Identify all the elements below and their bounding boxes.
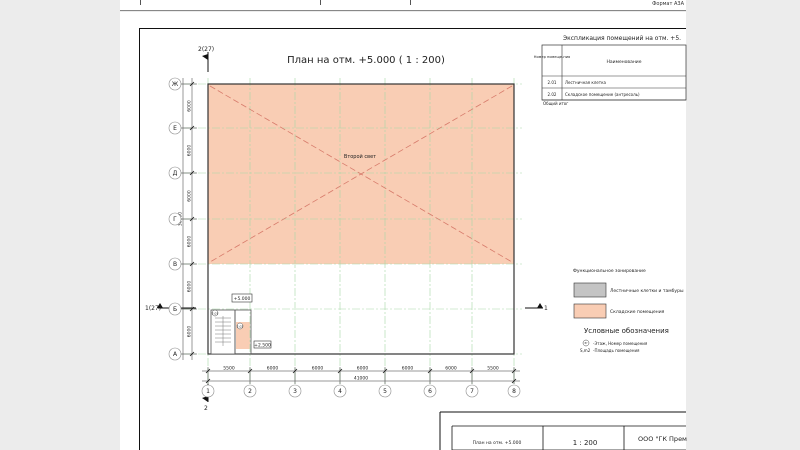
- zoning-swatch-stairs: [573, 282, 607, 298]
- dim-value-row: 6000: [187, 236, 193, 248]
- level-mark-upper: +5.000: [234, 296, 251, 302]
- legend-symbol-1: Эт: [584, 341, 588, 345]
- axis-label-col: 6: [428, 388, 432, 395]
- dim-value-row: 6000: [187, 326, 193, 338]
- dim-value-row: 6000: [187, 281, 193, 293]
- title-block-company: ООО "ГК Прем: [638, 435, 687, 443]
- zoning-label-stairs: Лестничные клетки и тамбуры: [610, 288, 684, 294]
- drawing-canvas: План на отм. +5.000 ( 1 : 200) Второй св…: [145, 35, 687, 450]
- explication-title: Экспликация помещений на отм. +5.: [563, 35, 681, 42]
- axis-label-row: Д: [173, 170, 178, 177]
- dim-value-col: 6000: [267, 366, 279, 372]
- axis-label-col: 7: [470, 388, 474, 395]
- axis-label-col: 3: [293, 388, 297, 395]
- dim-value-col: 6000: [445, 366, 457, 372]
- dim-value-col: 5500: [487, 366, 499, 372]
- title-block-name: План на отм. +5.000: [473, 440, 522, 446]
- dim-value-row: 6000: [187, 145, 193, 157]
- explication-footer: Общий итог: [543, 101, 568, 106]
- dim-value-row: 6000: [187, 190, 193, 202]
- dim-value-col: 6000: [312, 366, 324, 372]
- explication-col-number: Номер помеще-ния: [534, 55, 570, 59]
- legend-title: Условные обозначения: [584, 327, 669, 335]
- legend-label-1: -Этаж, Номер помещения: [593, 341, 648, 346]
- axis-label-row: В: [173, 261, 177, 268]
- axis-label-col: 1: [206, 388, 210, 395]
- void-label: Второй свет: [344, 153, 376, 160]
- dim-total-width: 41000: [354, 376, 368, 382]
- axis-label-row: Б: [173, 306, 177, 313]
- axis-label-row: Ж: [172, 81, 179, 88]
- room-number-top: 2.01: [212, 312, 219, 316]
- legend-symbol-2: S,m2: [580, 348, 591, 353]
- dim-value-col: 6000: [357, 366, 369, 372]
- section-marker-right: [525, 303, 543, 309]
- axis-label-col: 4: [338, 388, 342, 395]
- axis-label-col: 8: [512, 388, 516, 395]
- explication-row2-name: Складское помещение (антресоль): [565, 92, 640, 97]
- dim-value-row: 6000: [187, 100, 193, 112]
- axis-label-col: 5: [383, 388, 387, 395]
- axis-label-row: Е: [173, 125, 177, 132]
- title-block-scale: 1 : 200: [573, 439, 598, 447]
- explication-col-name: Наименование: [607, 59, 642, 65]
- explication-row2-num: 2.02: [548, 92, 557, 97]
- axis-label-row: Г: [173, 216, 177, 223]
- section-label-bottom: 2: [204, 405, 208, 412]
- section-label-left: 1(27): [145, 305, 161, 312]
- explication-row1-name: Лестничная клетка: [565, 80, 607, 85]
- section-label-right: 1: [544, 305, 548, 312]
- axis-label-col: 2: [248, 388, 252, 395]
- room-number-bottom: 2.02: [237, 325, 244, 329]
- plan-title: План на отм. +5.000 ( 1 : 200): [287, 55, 445, 66]
- legend-label-2: -Площадь помещения: [593, 348, 640, 353]
- section-marker-top: [202, 52, 209, 72]
- dim-value-col: 6000: [402, 366, 414, 372]
- level-mark-lower: +2.500: [254, 343, 271, 349]
- explication-row1-num: 2.01: [548, 80, 557, 85]
- section-label-top: 2(27): [198, 46, 214, 53]
- dim-value-col: 5500: [223, 366, 235, 372]
- zoning-label-warehouse: Складские помещения: [610, 309, 665, 315]
- zoning-title: Функциональное зонирование: [573, 268, 646, 274]
- zoning-swatch-warehouse: [573, 303, 607, 319]
